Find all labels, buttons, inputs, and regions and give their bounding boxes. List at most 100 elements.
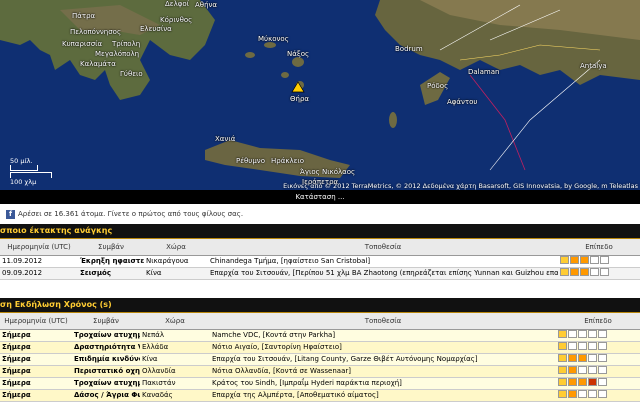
level-box: [598, 354, 607, 362]
level-box: [568, 378, 577, 386]
level-box: [558, 366, 567, 374]
map-label: Ρόδος: [427, 82, 449, 90]
level-box: [598, 378, 607, 386]
row-country: Κίνα: [140, 353, 210, 366]
level-box: [578, 366, 587, 374]
map-label: Κόρινθος: [160, 16, 193, 24]
row-event[interactable]: Δραστηριότητα Volcano: [72, 341, 140, 354]
level-box: [570, 268, 579, 276]
map-label: Νάξος: [287, 50, 310, 58]
map-label: Αφάντου: [447, 98, 478, 106]
level-box: [588, 390, 597, 398]
row-event[interactable]: Τροχαίων ατυχημάτων: [72, 329, 140, 342]
table-row[interactable]: Σήμερα Τροχαίων ατυχημάτων Πακιστάν Κράτ…: [0, 377, 640, 390]
row-location: Chinandega Τμήμα, [ηφαίστειο San Cristob…: [208, 255, 558, 268]
col-header-event[interactable]: Συμβάν: [78, 239, 144, 256]
level-box: [600, 268, 609, 276]
live-events-section: ση Εκδήλωση Χρόνος (s) Ημερομηνία (UTC) …: [0, 298, 640, 402]
level-box: [598, 330, 607, 338]
level-box: [560, 268, 569, 276]
row-event[interactable]: Έκρηξη ηφαιστείου: [78, 255, 144, 268]
facebook-icon[interactable]: f: [6, 209, 15, 219]
level-meter: [558, 342, 608, 352]
col-header-location[interactable]: Τοποθεσία: [208, 239, 558, 256]
level-meter: [558, 354, 608, 364]
map-label: Άγιος Νικόλαος: [300, 168, 356, 176]
live-events-table: Ημερομηνία (UTC) Συμβάν Χώρα Τοποθεσία Ε…: [0, 313, 640, 402]
col-header-location[interactable]: Τοποθεσία: [210, 313, 556, 330]
map-label: Πάτρα: [72, 12, 96, 20]
facebook-like-text: Αρέσει σε 16.361 άτομα. Γίνετε ο πρώτος …: [18, 210, 244, 218]
level-box: [590, 256, 599, 264]
level-box: [578, 354, 587, 362]
row-event[interactable]: Δάσος / Άγρια Φωτιά: [72, 389, 140, 402]
row-event[interactable]: Περιστατικό οχημάτων: [72, 365, 140, 378]
level-box: [558, 354, 567, 362]
emergency-section-title: σποιο έκτακτης ανάγκης: [0, 224, 640, 239]
table-row[interactable]: Σήμερα Δάσος / Άγρια Φωτιά Καναδάς Επαρχ…: [0, 389, 640, 402]
level-box: [588, 366, 597, 374]
table-row[interactable]: Σήμερα Επιδημία κινδύνου Κίνα Επαρχία το…: [0, 353, 640, 366]
level-box: [558, 342, 567, 350]
col-header-level[interactable]: Επίπεδο: [558, 239, 640, 256]
level-box: [598, 342, 607, 350]
table-row[interactable]: Σήμερα Δραστηριότητα Volcano Ελλάδα Νότι…: [0, 341, 640, 354]
level-box: [568, 390, 577, 398]
map-label: Dalaman: [468, 68, 500, 76]
map-label: Θήρα: [290, 95, 310, 103]
level-box: [588, 330, 597, 338]
row-location: Επαρχία του Σιτσουάν, [Litang County, Ga…: [210, 353, 556, 366]
level-box: [568, 354, 577, 362]
table-row[interactable]: 11.09.2012 Έκρηξη ηφαιστείου Νικαράγουα …: [0, 255, 640, 268]
row-country: Πακιστάν: [140, 377, 210, 390]
level-box: [558, 390, 567, 398]
level-box: [578, 342, 587, 350]
row-date: Σήμερα: [0, 353, 72, 366]
col-header-country[interactable]: Χώρα: [144, 239, 208, 256]
level-box: [568, 342, 577, 350]
level-box: [558, 330, 567, 338]
level-box: [570, 256, 579, 264]
row-date: 11.09.2012: [0, 255, 78, 268]
map-label: Τρίπολη: [112, 40, 141, 48]
col-header-date[interactable]: Ημερομηνία (UTC): [0, 239, 78, 256]
map-label: Antalya: [580, 62, 607, 70]
map-label: Δελφοί: [165, 0, 189, 8]
row-country: Κίνα: [144, 267, 208, 280]
table-row[interactable]: 09.09.2012 Σεισμός Κίνα Επαρχία του Σιτσ…: [0, 267, 640, 280]
table-row[interactable]: Σήμερα Περιστατικό οχημάτων Ολλανδία Νότ…: [0, 365, 640, 378]
level-box: [558, 378, 567, 386]
row-event[interactable]: Σεισμός: [78, 267, 144, 280]
level-meter: [558, 378, 608, 388]
level-box: [588, 378, 597, 386]
row-location: Επαρχία του Σιτσουάν, [Περίπου 51 χλμ ΒΑ…: [208, 267, 558, 280]
row-event[interactable]: Επιδημία κινδύνου: [72, 353, 140, 366]
row-country: Ολλανδία: [140, 365, 210, 378]
col-header-level[interactable]: Επίπεδο: [556, 313, 640, 330]
map-label: Πελοπόννησος: [70, 28, 122, 36]
level-box: [590, 268, 599, 276]
row-country: Νεπάλ: [140, 329, 210, 342]
level-box: [568, 330, 577, 338]
emergency-section: σποιο έκτακτης ανάγκης Ημερομηνία (UTC) …: [0, 224, 640, 280]
level-box: [578, 390, 587, 398]
facebook-like-bar[interactable]: f Αρέσει σε 16.361 άτομα. Γίνετε ο πρώτος…: [0, 207, 640, 221]
map-view[interactable]: Δελφοί Αθήνα Πάτρα Κόρινθος Πελοπόννησος…: [0, 0, 640, 190]
col-header-country[interactable]: Χώρα: [140, 313, 210, 330]
map-label: Μύκονος: [258, 35, 289, 43]
row-country: Ελλάδα: [140, 341, 210, 354]
map-attribution: Εικόνες από © 2012 TerraMetrics, © 2012 …: [283, 182, 638, 190]
level-meter: [560, 268, 610, 278]
level-box: [560, 256, 569, 264]
row-event[interactable]: Τροχαίων ατυχημάτων: [72, 377, 140, 390]
level-box: [568, 366, 577, 374]
level-meter: [558, 330, 608, 340]
table-row[interactable]: Σήμερα Τροχαίων ατυχημάτων Νεπάλ Namche …: [0, 329, 640, 342]
map-label: Μεγαλόπολη: [95, 50, 140, 58]
level-box: [598, 390, 607, 398]
col-header-date[interactable]: Ημερομηνία (UTC): [0, 313, 72, 330]
col-header-event[interactable]: Συμβάν: [72, 313, 140, 330]
map-label: Αθήνα: [195, 1, 218, 9]
level-box: [578, 378, 587, 386]
level-box: [600, 256, 609, 264]
